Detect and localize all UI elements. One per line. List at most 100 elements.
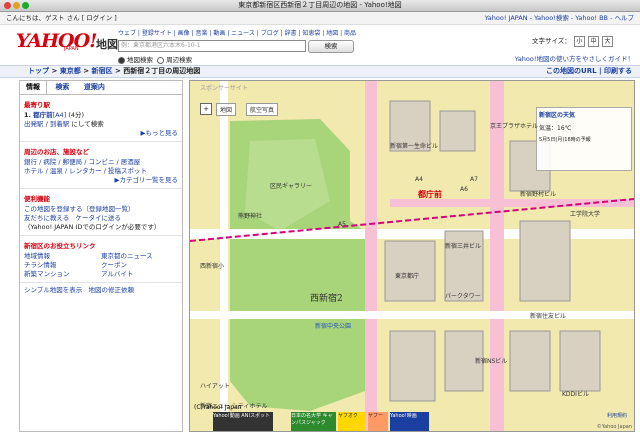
greeting-text[interactable]: こんにちは、ゲスト さん [ ログイン ]	[6, 12, 117, 24]
place-label: 東京都庁	[395, 273, 420, 280]
radio-near-label: 周辺検索	[166, 56, 193, 64]
road	[365, 81, 377, 431]
weather-title[interactable]: 新宿区の天気	[537, 108, 631, 121]
print-link[interactable]: 印刷する	[604, 67, 632, 75]
breadcrumb-top[interactable]: トップ	[28, 67, 49, 75]
tab-info[interactable]: 情報	[20, 81, 47, 94]
station-number: 1.	[24, 111, 31, 119]
building	[519, 220, 571, 302]
place-label: 新宿第一生命ビル	[390, 143, 439, 150]
exit-label: A4	[415, 176, 423, 183]
more-stations-link[interactable]: ▶もっと見る	[24, 129, 179, 138]
ad-banner-strip: Yahoo!動画 ANIスポット 日本の名大学 キャンパスジャック ヤフオク ヤ…	[213, 412, 429, 431]
breadcrumb-sep: >	[83, 67, 90, 75]
font-medium-button[interactable]: 中	[587, 36, 599, 47]
station-name[interactable]: 都庁前	[33, 111, 53, 119]
map-url-link[interactable]: この地図のURL	[546, 67, 597, 75]
service-nav-links[interactable]: ウェブ | 登録サイト | 画像 | 音楽 | 動画 | ニュース | ブログ …	[118, 28, 356, 37]
top-right-links[interactable]: Yahoo! JAPAN - Yahoo!検索 - Yahoo! BB - ヘル…	[485, 12, 634, 24]
local-links-section: 地域情報 東京都のニュース チラシ情報 クーポン 新築マンション アルバイト	[20, 252, 182, 283]
place-label: 新宿野村ビル	[520, 191, 557, 198]
exit-label: A7	[470, 176, 478, 183]
font-size-label: 文字サイズ：	[532, 37, 571, 45]
map-options-section: シンプル地図を表示 地図の修正依頼	[20, 283, 182, 298]
road	[220, 81, 228, 431]
weather-widget[interactable]: 新宿区の天気 気温：16℃ 5月5日(月)18時の予報	[536, 107, 632, 171]
registered-list-link[interactable]: （登録地図一覧）	[83, 205, 135, 213]
breadcrumb-shinjuku[interactable]: 新宿区	[92, 67, 113, 75]
nearby-line[interactable]: 銀行 / 病院 / 郵便局 / コンビニ / 居酒屋	[24, 158, 178, 167]
radio-map-search[interactable]	[118, 56, 125, 64]
park-label: 新宿中央公園	[315, 323, 352, 330]
tab-search[interactable]: 検索	[49, 81, 75, 94]
register-map-link[interactable]: この地図を登録する	[24, 205, 83, 213]
local-link[interactable]: 地域情報	[24, 252, 101, 261]
place-label: 新宿三井ビル	[445, 243, 482, 250]
zoom-in-button[interactable]: +	[200, 103, 212, 115]
zoom-window-icon[interactable]	[22, 2, 29, 9]
aerial-photo-button[interactable]: 航空写真	[246, 103, 279, 116]
font-size-control: 文字サイズ： 小 中 大	[532, 35, 614, 47]
building	[439, 110, 476, 152]
ad-banner[interactable]: Yahoo!動画 ANIスポット	[213, 412, 273, 431]
ad-banner[interactable]: ヤフオク	[338, 412, 366, 431]
map-copyright: (C)Yahoo! Japan	[194, 404, 242, 411]
area-label: 西新宿2	[310, 294, 343, 304]
arrive-station-link[interactable]: 到着駅	[50, 120, 70, 128]
station-label-tocho[interactable]: 都庁前	[418, 189, 442, 200]
font-large-button[interactable]: 大	[602, 36, 614, 47]
local-link[interactable]: チラシ情報	[24, 261, 101, 270]
tools-section: この地図を登録する（登録地図一覧） 友だちに教える ケータイに送る （Yahoo…	[20, 205, 182, 236]
nearby-line[interactable]: ホテル / 温泉 / レンタカー / 投稿スポット	[24, 167, 178, 176]
close-window-icon[interactable]	[4, 2, 11, 9]
place-label: 区民ギャラリー	[270, 183, 313, 190]
exit-label: A5	[338, 221, 346, 228]
sponsor-label: スポンサーサイト	[200, 85, 248, 92]
road	[490, 81, 504, 431]
top-utility-bar: こんにちは、ゲスト さん [ ログイン ] Yahoo! JAPAN - Yah…	[0, 12, 640, 25]
ad-banner[interactable]: 日本の名大学 キャンパスジャック	[291, 412, 336, 431]
simple-map-link[interactable]: シンプル地図を表示	[24, 286, 82, 294]
nearest-station-section: 1. 都庁前[A4] (4分) 出発駅 / 到着駅 にして検索 ▶もっと見る	[20, 111, 182, 142]
weather-time: 5月5日(月)18時の予報	[539, 137, 591, 143]
breadcrumb-sep: >	[51, 67, 58, 75]
window-titlebar: 東京都新宿区西新宿２丁目周辺の地図 - Yahoo!地図	[0, 0, 640, 12]
map-view[interactable]: スポンサーサイト + 地図 航空写真 新宿区の天気 気温：16℃ 5月5日(月)…	[189, 80, 635, 432]
building	[559, 330, 601, 392]
local-link[interactable]: 新築マンション	[24, 270, 101, 279]
local-links-title: 新宿区のお役立ちリンク	[24, 242, 96, 250]
terms-link[interactable]: 利用規約	[607, 412, 627, 419]
building	[509, 330, 551, 392]
tab-directions[interactable]: 道案内	[78, 81, 111, 94]
radio-map-label: 地図検索	[127, 56, 153, 64]
guide-link[interactable]: Yahoo!地図の使い方をやさしくガイド！	[515, 53, 634, 63]
station-time: (4分)	[68, 111, 85, 119]
station-exit[interactable]: [A4]	[53, 111, 67, 119]
ad-banner[interactable]: Yahoo!映画	[390, 412, 429, 431]
category-list-link[interactable]: ▶カテゴリ一覧を見る	[24, 176, 179, 185]
radio-near-search[interactable]	[157, 56, 165, 64]
yahoo-logo[interactable]: YAHOO!	[16, 30, 97, 52]
map-mode-button[interactable]: 地図	[216, 103, 237, 116]
ad-banner[interactable]: ヤフー	[368, 412, 388, 431]
exit-label: A6	[460, 186, 468, 193]
address-search-input[interactable]: 例：東京都港区六本木6-10-1	[118, 40, 306, 52]
depart-station-link[interactable]: 出発駅	[24, 120, 44, 128]
local-link[interactable]: 東京都のニュース	[101, 252, 178, 261]
breadcrumb-tokyo[interactable]: 東京都	[60, 67, 81, 75]
tell-friend-link[interactable]: 友だちに教える	[24, 214, 69, 222]
send-mobile-link[interactable]: ケータイに送る	[76, 214, 122, 222]
search-button[interactable]: 検索	[308, 40, 354, 53]
local-link[interactable]: クーポン	[101, 261, 178, 270]
local-link[interactable]: アルバイト	[101, 270, 178, 279]
sidebar-tabs: 情報 検索 道案内	[20, 81, 182, 95]
breadcrumb: トップ > 東京都 > 新宿区 > 西新宿２丁目の周辺地図 この地図のURL |…	[0, 65, 640, 78]
font-small-button[interactable]: 小	[573, 36, 585, 47]
place-label: 工学院大学	[570, 211, 601, 218]
nearby-title: 周辺のお店、施設など	[24, 148, 89, 156]
fix-map-link[interactable]: 地図の修正依頼	[89, 286, 135, 294]
nearest-station-title: 最寄り駅	[24, 101, 50, 109]
minimize-window-icon[interactable]	[13, 2, 20, 9]
place-label: ハイアット	[200, 383, 230, 390]
search-suffix: にして検索	[71, 120, 104, 128]
